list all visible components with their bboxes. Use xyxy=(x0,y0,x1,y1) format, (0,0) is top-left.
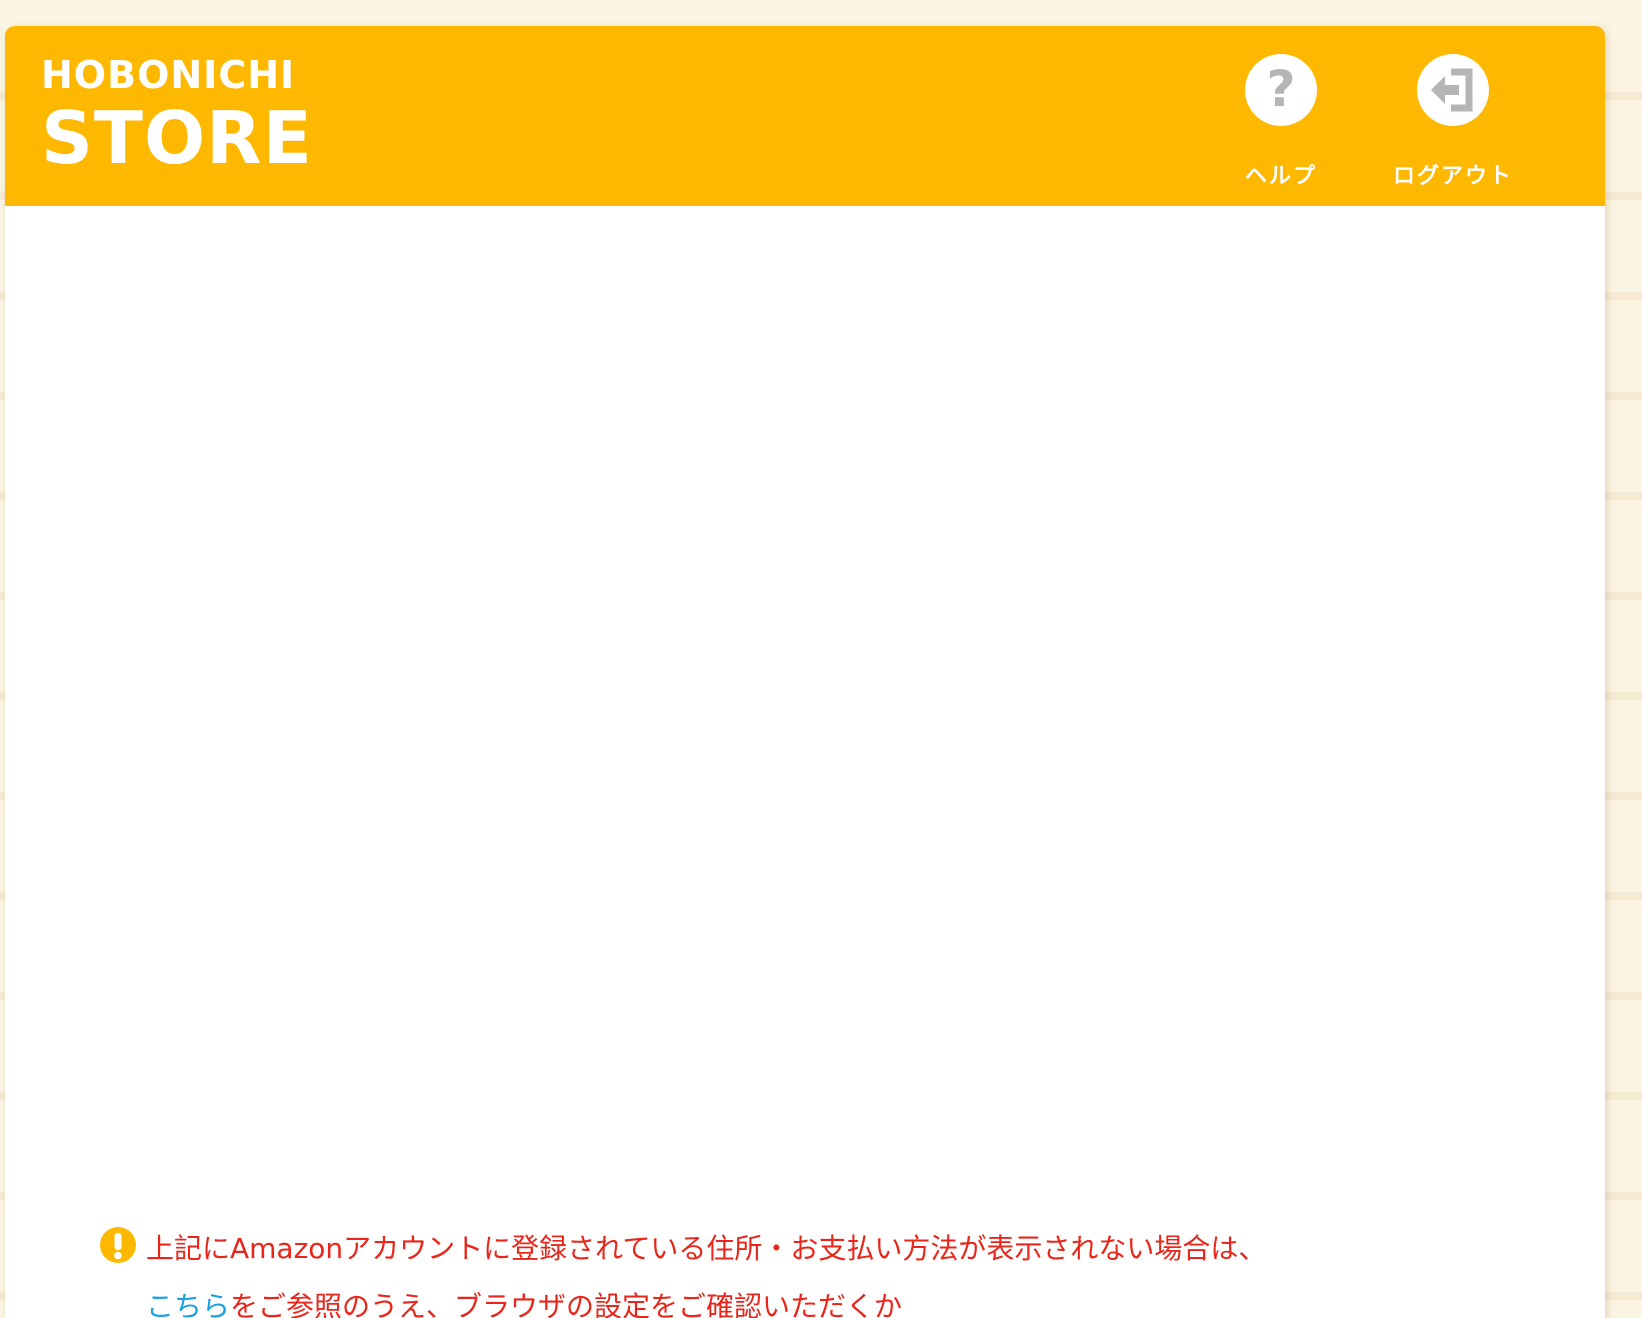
logo-bottom-text: STORE xyxy=(41,96,313,180)
logo-top-text: HOBONICHI xyxy=(41,53,296,97)
page-card: HOBONICHI STORE ? ヘルプ ログアウト xyxy=(5,26,1605,1318)
notice-text-line-2: こちらをご参照のうえ、ブラウザの設定をご確認いただくか xyxy=(146,1293,902,1318)
help-icon: ? xyxy=(1245,54,1317,126)
hobonichi-store-logo[interactable]: HOBONICHI STORE xyxy=(41,56,313,174)
notice-text-line-1: 上記にAmazonアカウントに登録されている住所・お支払い方法が表示されない場合… xyxy=(146,1232,1267,1265)
logout-button[interactable]: ログアウト xyxy=(1388,54,1518,194)
exclamation-icon xyxy=(100,1227,136,1267)
svg-text:?: ? xyxy=(1266,60,1295,118)
help-label: ヘルプ xyxy=(1244,164,1317,189)
logout-icon xyxy=(1417,54,1489,126)
notice-text-line-2-rest: をご参照のうえ、ブラウザの設定をご確認いただくか xyxy=(230,1290,903,1318)
site-header: HOBONICHI STORE ? ヘルプ ログアウト xyxy=(5,26,1605,206)
logout-label: ログアウト xyxy=(1392,164,1513,189)
notice-link[interactable]: こちら xyxy=(146,1290,230,1318)
help-button[interactable]: ? ヘルプ xyxy=(1216,54,1346,194)
